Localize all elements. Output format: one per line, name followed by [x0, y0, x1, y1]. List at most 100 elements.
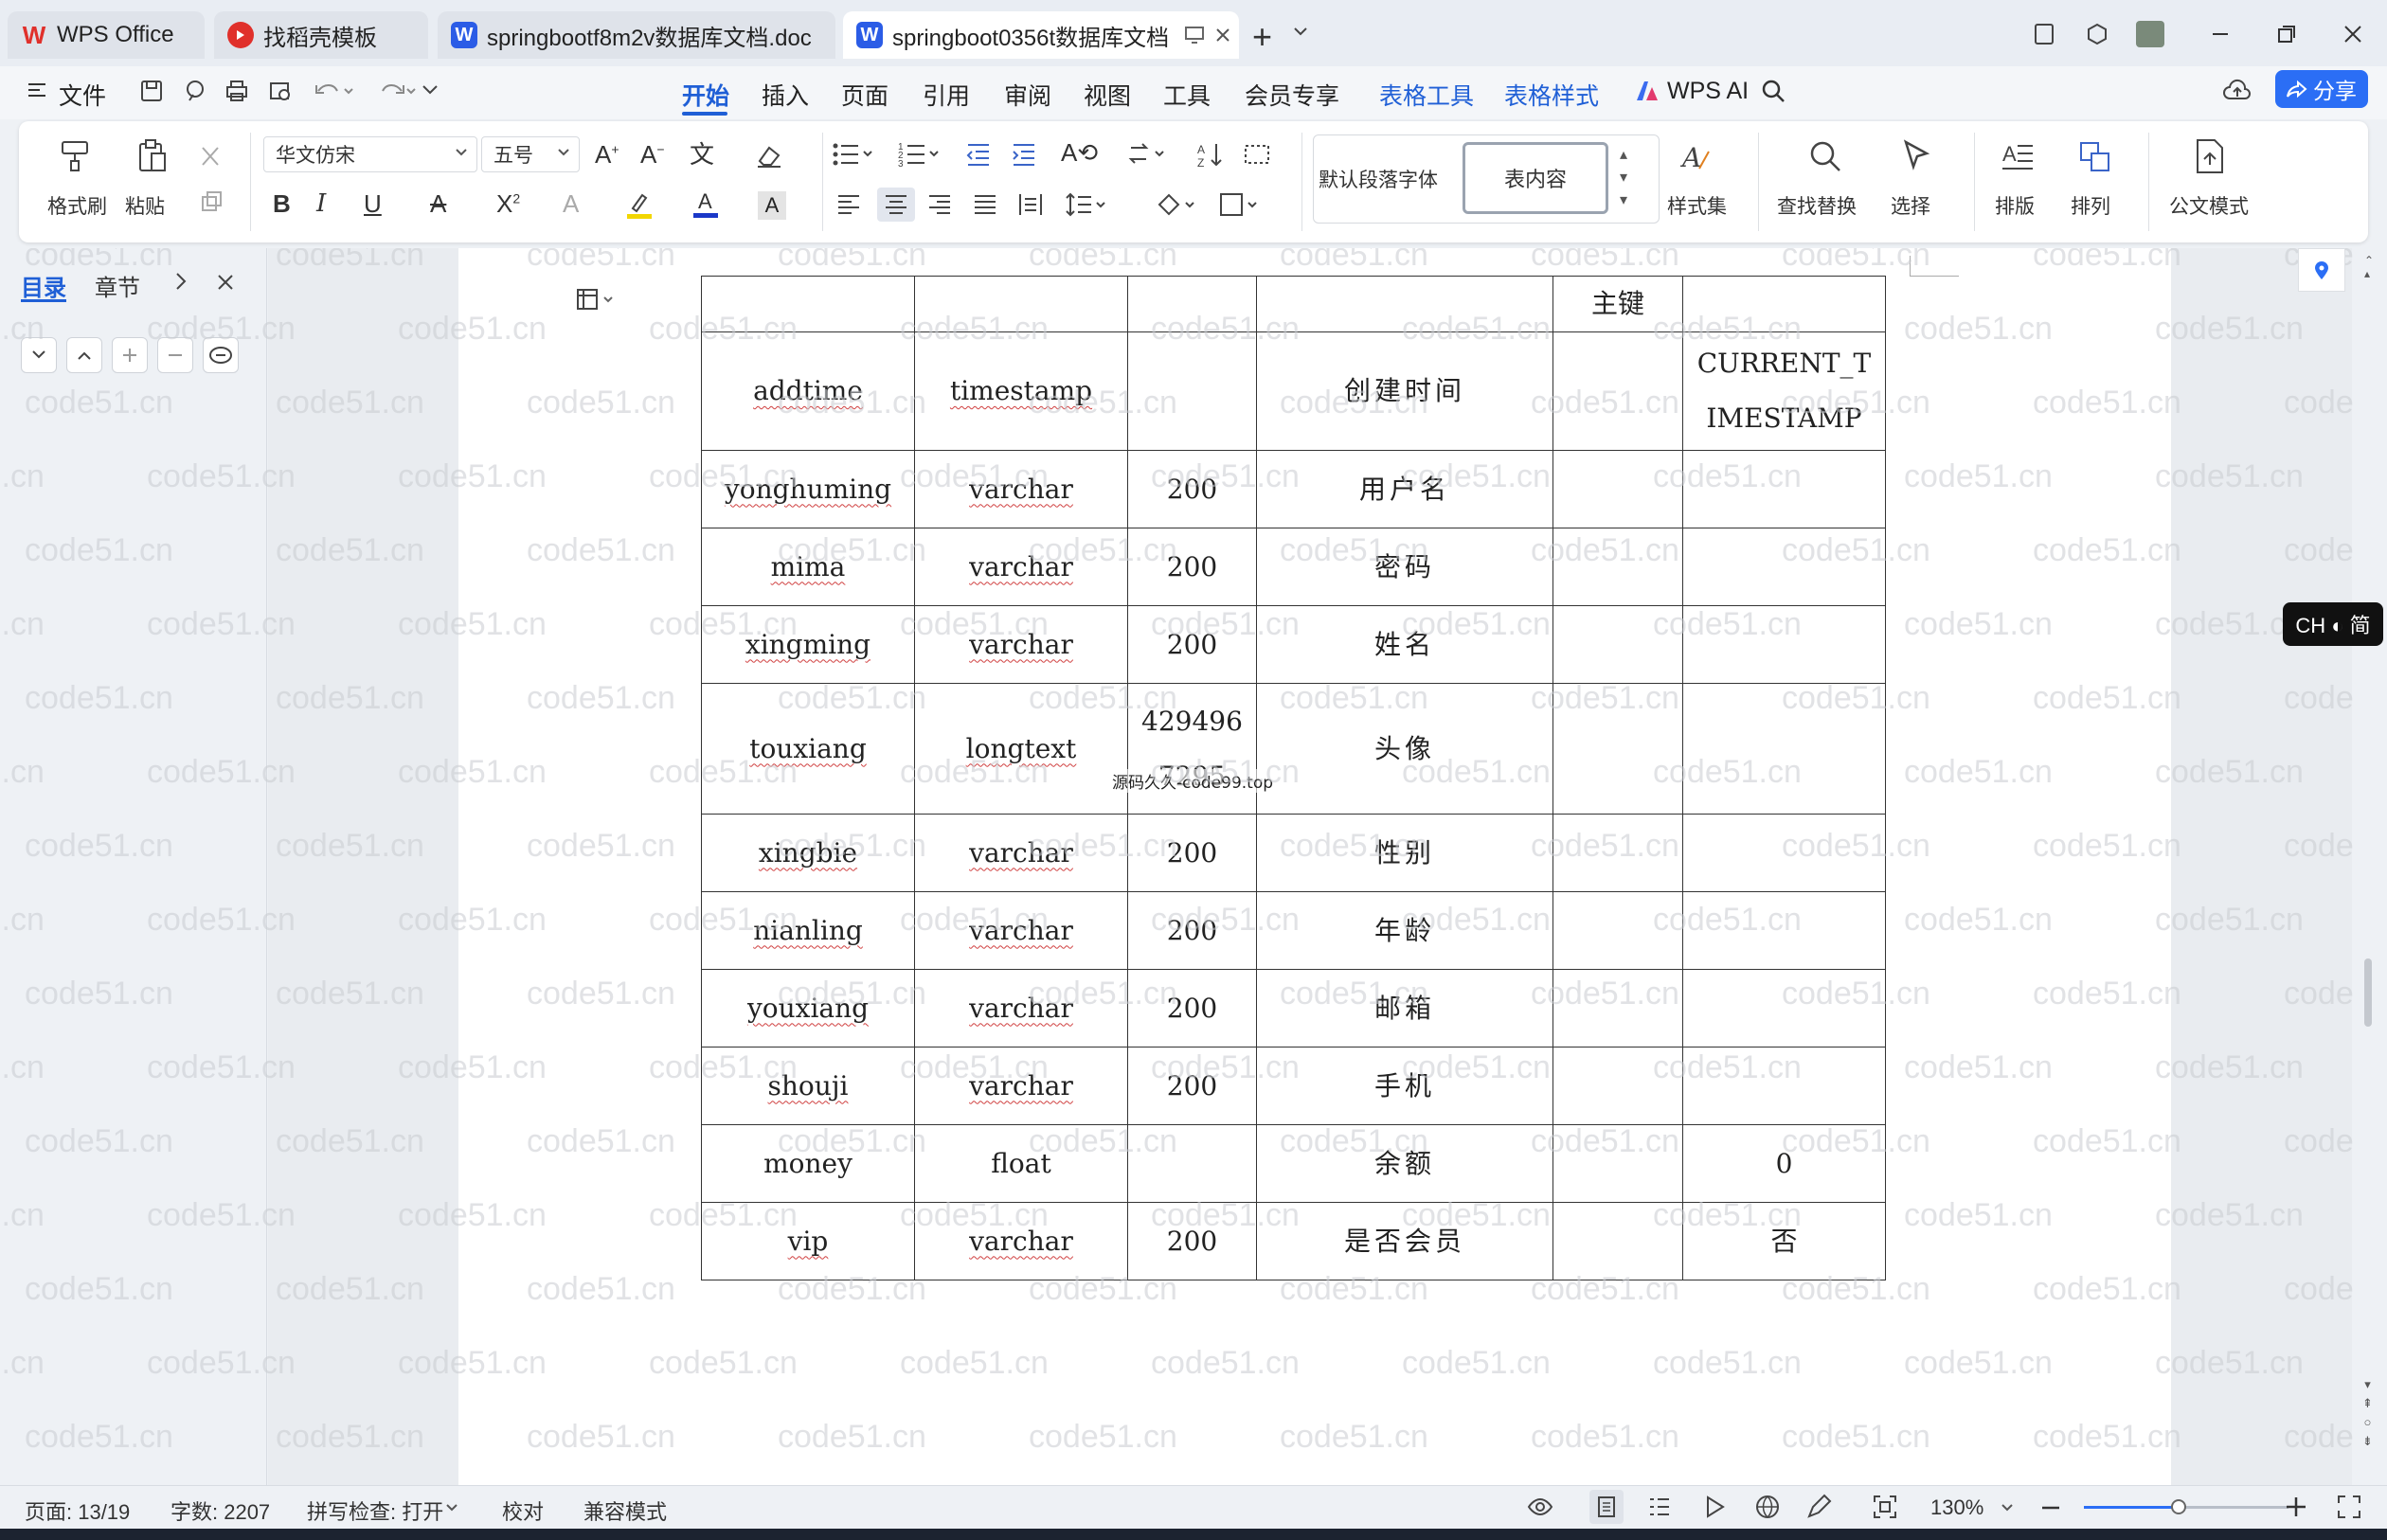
arrange-label[interactable]: 排列 — [2071, 191, 2110, 220]
zoom-out-icon[interactable] — [2040, 1497, 2061, 1518]
scrollbar-thumb[interactable] — [2364, 958, 2372, 1027]
line-spacing-icon[interactable] — [1065, 191, 1108, 218]
align-center-button[interactable] — [877, 188, 915, 222]
chevron-down-icon[interactable] — [445, 1503, 458, 1513]
zoom-in-icon[interactable] — [2285, 1495, 2307, 1518]
page-view-button[interactable] — [1589, 1490, 1624, 1524]
text-effect-icon[interactable]: A — [563, 191, 579, 216]
arrange-icon[interactable] — [2078, 140, 2112, 174]
decrease-indent-icon[interactable] — [964, 140, 993, 169]
bold-button[interactable]: B — [273, 191, 291, 216]
style-default[interactable]: 默认段落字体 — [1319, 165, 1438, 193]
cut-icon[interactable] — [197, 144, 224, 170]
borders-icon[interactable] — [1218, 191, 1262, 218]
find-replace-label[interactable]: 查找替换 — [1777, 191, 1857, 220]
menu-home[interactable]: 开始 — [682, 78, 729, 112]
menu-review[interactable]: 审阅 — [1004, 78, 1051, 112]
style-current[interactable]: 表内容 — [1463, 142, 1608, 214]
proofread-button[interactable]: 校对 — [502, 1495, 544, 1526]
grow-font-icon[interactable]: A+ — [595, 142, 619, 167]
bullets-icon[interactable] — [832, 140, 875, 169]
chevron-down-icon[interactable] — [1292, 25, 1309, 38]
shading-icon[interactable] — [1156, 191, 1199, 218]
menu-table-style[interactable]: 表格样式 — [1504, 78, 1599, 112]
distribute-icon[interactable] — [1017, 191, 1044, 218]
zoom-level[interactable]: 130% — [1930, 1495, 1983, 1520]
restore-icon[interactable] — [2270, 17, 2304, 51]
find-replace-icon[interactable] — [1807, 138, 1843, 174]
cloud-upload-icon[interactable] — [2222, 78, 2252, 104]
align-right-icon[interactable] — [926, 191, 953, 218]
ime-indicator[interactable]: CH ◐ 简 — [2283, 602, 2383, 646]
print-icon[interactable] — [224, 78, 250, 104]
layout-label[interactable]: 排版 — [1995, 191, 2035, 220]
spell-check-status[interactable]: 拼写检查: 打开 — [307, 1495, 443, 1526]
page-indicator[interactable]: 页面: 13/19 — [25, 1495, 130, 1526]
eraser-icon[interactable] — [756, 144, 782, 169]
menu-tools[interactable]: 工具 — [1163, 78, 1211, 112]
layout-icon[interactable]: A — [2001, 140, 2035, 172]
menu-page[interactable]: 页面 — [841, 78, 888, 112]
paste-icon[interactable] — [135, 138, 170, 174]
menu-insert[interactable]: 插入 — [762, 78, 809, 112]
format-painter-icon[interactable] — [57, 138, 93, 172]
phonetic-guide-icon[interactable]: 文 — [690, 142, 714, 167]
font-size-select[interactable]: 五号 — [481, 136, 580, 172]
share-button[interactable]: 分享 — [2275, 70, 2368, 108]
redo-icon[interactable] — [375, 78, 417, 104]
line-spacing-sort-icon[interactable] — [1127, 140, 1171, 169]
undo-icon[interactable] — [313, 78, 354, 104]
print-preview-icon[interactable] — [267, 78, 294, 104]
official-doc-icon[interactable] — [2194, 138, 2226, 174]
shrink-font-icon[interactable]: A− — [640, 142, 665, 167]
style-scroll-icon[interactable]: ▴ ▾ ▾ — [1620, 144, 1627, 212]
play-icon[interactable] — [1701, 1494, 1728, 1520]
official-mode-label[interactable]: 公文模式 — [2169, 191, 2249, 220]
zoom-slider-thumb[interactable] — [2171, 1499, 2186, 1514]
increase-indent-icon[interactable] — [1010, 140, 1038, 169]
menu-member[interactable]: 会员专享 — [1245, 78, 1339, 112]
monitor-icon[interactable] — [1184, 26, 1205, 45]
menu-wps-ai[interactable]: WPS AI — [1667, 78, 1749, 105]
format-painter-label[interactable]: 格式刷 — [47, 191, 107, 220]
search-icon[interactable] — [1760, 78, 1786, 104]
chevron-down-icon[interactable] — [421, 83, 440, 97]
select-icon[interactable] — [1900, 138, 1934, 174]
style-set-label[interactable]: 样式集 — [1667, 191, 1727, 220]
copy-icon[interactable] — [199, 189, 224, 214]
highlight-icon[interactable] — [625, 191, 654, 220]
char-shading-icon[interactable]: A — [758, 191, 786, 220]
location-pin-icon[interactable] — [2298, 248, 2345, 292]
new-tab-button[interactable]: + — [1252, 17, 1272, 57]
fullscreen-icon[interactable] — [2336, 1494, 2362, 1520]
tab-template[interactable]: 找稻壳模板 — [214, 11, 428, 59]
tab-document-0356t[interactable]: W springboot0356t数据库文档 — [843, 11, 1239, 59]
tile-view-icon[interactable] — [2027, 17, 2061, 51]
underline-button[interactable]: U — [364, 191, 382, 216]
fit-page-icon[interactable] — [1872, 1494, 1898, 1520]
hamburger-icon[interactable] — [27, 80, 47, 100]
save-icon[interactable] — [138, 78, 165, 104]
outline-view-icon[interactable] — [1646, 1494, 1673, 1520]
minimize-icon[interactable] — [2203, 17, 2237, 51]
page-nav-icons[interactable]: ▾ ⇞ ○ ⇟ — [2362, 1375, 2373, 1451]
menu-table-tools[interactable]: 表格工具 — [1379, 78, 1474, 112]
numbering-icon[interactable]: 123 — [898, 140, 942, 169]
sort-icon[interactable]: AZ — [1195, 140, 1224, 169]
tab-wps-office[interactable]: W WPS Office — [8, 11, 205, 59]
word-count[interactable]: 字数: 2207 — [170, 1495, 270, 1526]
menu-reference[interactable]: 引用 — [923, 78, 970, 112]
avatar[interactable] — [2133, 17, 2167, 51]
close-tab-icon[interactable] — [1214, 27, 1231, 44]
paste-label[interactable]: 粘贴 — [125, 191, 165, 220]
show-marks-icon[interactable] — [1243, 140, 1271, 169]
align-left-icon[interactable] — [835, 191, 862, 218]
menu-file[interactable]: 文件 — [59, 78, 106, 112]
superscript-icon[interactable]: X2 — [496, 191, 520, 216]
menu-view[interactable]: 视图 — [1084, 78, 1131, 112]
select-label[interactable]: 选择 — [1891, 191, 1930, 220]
text-direction-icon[interactable]: A⟲ — [1061, 140, 1098, 165]
tab-document-f8m2v[interactable]: W springbootf8m2v数据库文档.doc — [438, 11, 835, 59]
justify-icon[interactable] — [972, 191, 998, 218]
cube-icon[interactable] — [2080, 17, 2114, 51]
